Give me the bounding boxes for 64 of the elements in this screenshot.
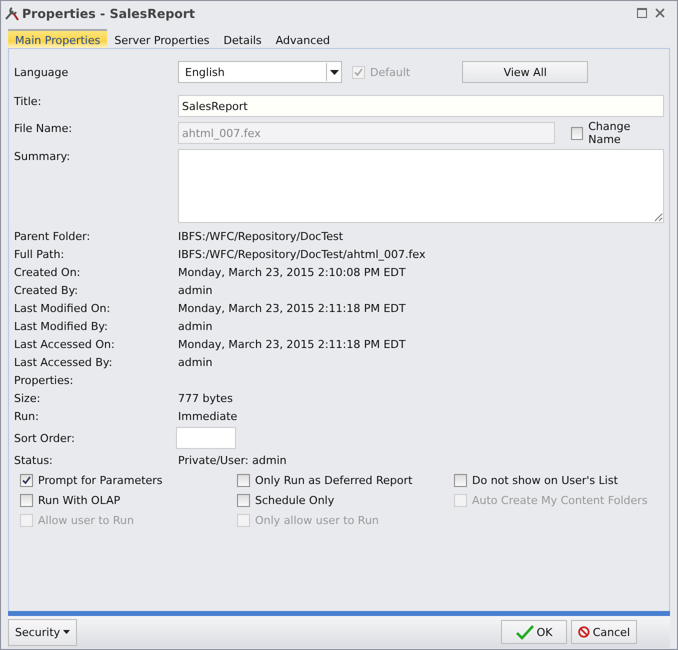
checkbox-label: Change Name: [588, 120, 632, 146]
summary-field[interactable]: [178, 149, 664, 223]
checkbox-label: Default: [370, 66, 410, 78]
checkbox-label: Schedule Only: [255, 494, 334, 506]
checkbox-label: Only allow user to Run: [255, 514, 379, 526]
wrench-icon: [4, 5, 20, 21]
field-label: Run:: [14, 410, 40, 422]
checkbox[interactable]: [20, 494, 33, 506]
ok-button[interactable]: OK: [501, 620, 567, 644]
field-label: Status:: [14, 454, 54, 466]
cancel-button[interactable]: Cancel: [571, 620, 637, 644]
field-value: admin: [178, 356, 212, 368]
checkbox[interactable]: [20, 474, 33, 486]
sort-order-field[interactable]: [176, 427, 236, 449]
field-value: admin: [178, 284, 212, 296]
checkbox[interactable]: [570, 126, 584, 140]
checkmark-icon: [516, 624, 534, 640]
caret-icon: [63, 630, 70, 634]
field-label: Summary:: [14, 150, 72, 163]
checkbox-label: Run With OLAP: [38, 494, 120, 506]
field-label: Last Accessed By:: [14, 356, 114, 368]
field-label: Last Accessed On:: [14, 338, 116, 350]
field-label: Full Path:: [14, 248, 66, 260]
field-label: Created By:: [14, 284, 79, 296]
checkbox[interactable]: [454, 474, 467, 486]
language-dropdown[interactable]: English: [178, 61, 342, 83]
field-value: Monday, March 23, 2015 2:11:18 PM EDT: [178, 302, 406, 314]
field-label: Sort Order:: [14, 432, 76, 444]
field-value: Private/User: admin: [178, 454, 287, 466]
close-icon[interactable]: [655, 8, 665, 18]
cancel-icon: [578, 624, 590, 640]
view-all-button[interactable]: View All: [462, 61, 588, 83]
field-value: Monday, March 23, 2015 2:10:08 PM EDT: [178, 266, 406, 278]
tab[interactable]: Main Properties: [8, 29, 108, 48]
field-value: 777 bytes: [178, 392, 233, 404]
maximize-icon[interactable]: [637, 8, 647, 18]
field-value: Monday, March 23, 2015 2:11:18 PM EDT: [178, 338, 406, 350]
dropdown-arrow-icon: [330, 70, 338, 74]
checkbox-label: Prompt for Parameters: [38, 474, 163, 486]
field-label: Last Modified By:: [14, 320, 109, 332]
field-label: Language: [14, 66, 70, 78]
field-label: Title:: [14, 95, 42, 108]
field-label: Parent Folder:: [14, 230, 92, 242]
checkbox-label: Do not show on User's List: [472, 474, 618, 486]
title-field[interactable]: SalesReport: [178, 95, 664, 117]
checkbox-label: Auto Create My Content Folders: [472, 494, 648, 506]
field-value: IBFS:/WFC/Repository/DocTest: [178, 230, 344, 242]
tab[interactable]: Server Properties: [107, 29, 217, 48]
field-value: Immediate: [178, 410, 238, 422]
window-title: Properties - SalesReport: [22, 6, 195, 20]
checkbox[interactable]: [237, 474, 250, 486]
checkbox[interactable]: [237, 494, 250, 506]
field-label: Last Modified On:: [14, 302, 112, 314]
field-label: Created On:: [14, 266, 82, 278]
tab[interactable]: Details: [216, 29, 269, 48]
field-value: admin: [178, 320, 212, 332]
security-menu-button[interactable]: Security: [8, 618, 78, 646]
checkbox-label: Only Run as Deferred Report: [255, 474, 412, 486]
checkbox-label: Allow user to Run: [38, 514, 134, 526]
field-label: File Name:: [14, 122, 74, 135]
tab[interactable]: Advanced: [268, 29, 338, 48]
field-label: Properties:: [14, 374, 74, 386]
field-value: IBFS:/WFC/Repository/DocTest/ahtml_007.fex: [178, 248, 426, 260]
field-label: Size:: [14, 392, 42, 404]
